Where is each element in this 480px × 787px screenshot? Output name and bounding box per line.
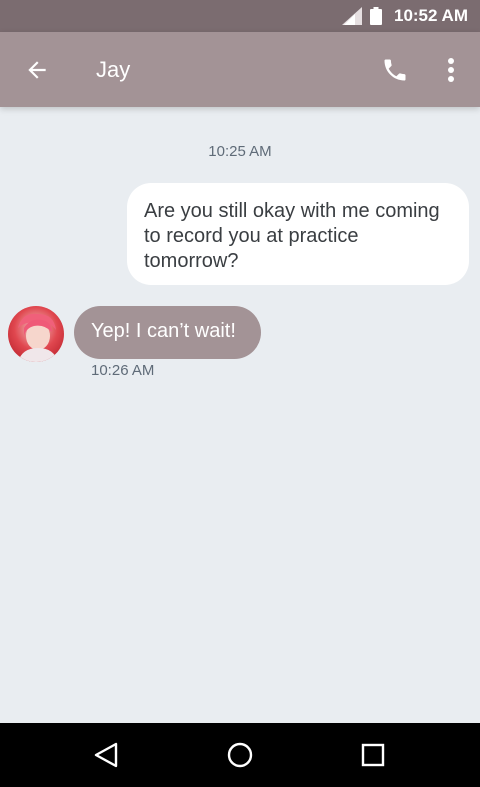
message-timestamp: 10:26 AM [91, 362, 155, 379]
date-separator: 10:25 AM [208, 143, 272, 160]
recents-square-icon[interactable] [359, 741, 387, 769]
signal-icon [341, 7, 362, 25]
back-arrow-icon[interactable] [24, 57, 50, 83]
conversation-thread[interactable]: 10:25 AM Are you still okay with me comi… [0, 107, 480, 723]
message-text: Yep! I can’t wait! [91, 320, 236, 342]
phone-icon[interactable] [381, 56, 409, 84]
home-circle-icon[interactable] [226, 741, 254, 769]
system-navigation-bar [0, 723, 480, 787]
message-text: Are you still okay with me coming to rec… [144, 200, 440, 272]
battery-icon [369, 7, 382, 25]
outgoing-message-bubble[interactable]: Are you still okay with me coming to rec… [127, 183, 469, 285]
contact-name: Jay [96, 57, 131, 82]
contact-avatar[interactable] [8, 306, 64, 362]
status-time: 10:52 AM [393, 6, 468, 25]
back-triangle-icon[interactable] [93, 741, 121, 769]
app-bar: Jay [0, 32, 480, 107]
status-bar: 10:52 AM [0, 0, 480, 32]
more-vert-icon[interactable] [440, 56, 462, 84]
incoming-message-bubble[interactable]: Yep! I can’t wait! [74, 306, 261, 359]
